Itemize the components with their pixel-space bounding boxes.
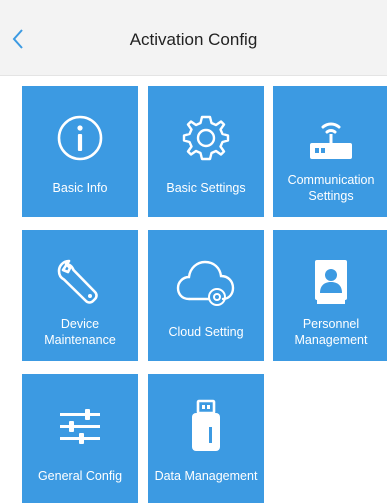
tile-basic-settings[interactable]: Basic Settings <box>148 86 264 217</box>
tile-label: Device Maintenance <box>44 317 116 347</box>
tile-data-management[interactable]: Data Management <box>148 374 264 503</box>
contact-book-icon <box>315 260 347 304</box>
router-icon <box>310 122 352 159</box>
cloud-gear-icon <box>176 260 235 306</box>
wrench-icon <box>57 259 98 304</box>
tile-cloud-setting[interactable]: Cloud Setting <box>148 230 264 361</box>
page-title: Activation Config <box>129 30 258 49</box>
tile-label: General Config <box>37 469 123 483</box>
tile-label: Cloud Setting <box>168 325 244 339</box>
tile-label: Data Management <box>154 469 258 483</box>
tile-label: Communication Settings <box>287 173 375 203</box>
app-header: Activation Config <box>0 0 387 76</box>
tile-label: Personnel Management <box>294 317 368 347</box>
info-icon <box>57 115 103 161</box>
tile-device-maintenance[interactable]: Device Maintenance <box>22 230 138 361</box>
tile-general-config[interactable]: General Config <box>22 374 138 503</box>
tile-label: Basic Info <box>52 181 108 195</box>
sliders-icon <box>60 409 100 444</box>
tile-basic-info[interactable]: Basic Info <box>22 86 138 217</box>
tile-communication-settings[interactable]: Communication Settings <box>273 86 387 217</box>
tile-label: Basic Settings <box>166 181 246 195</box>
tile-personnel-management[interactable]: Personnel Management <box>273 230 387 361</box>
usb-drive-icon <box>192 399 220 451</box>
gear-icon <box>182 115 230 161</box>
